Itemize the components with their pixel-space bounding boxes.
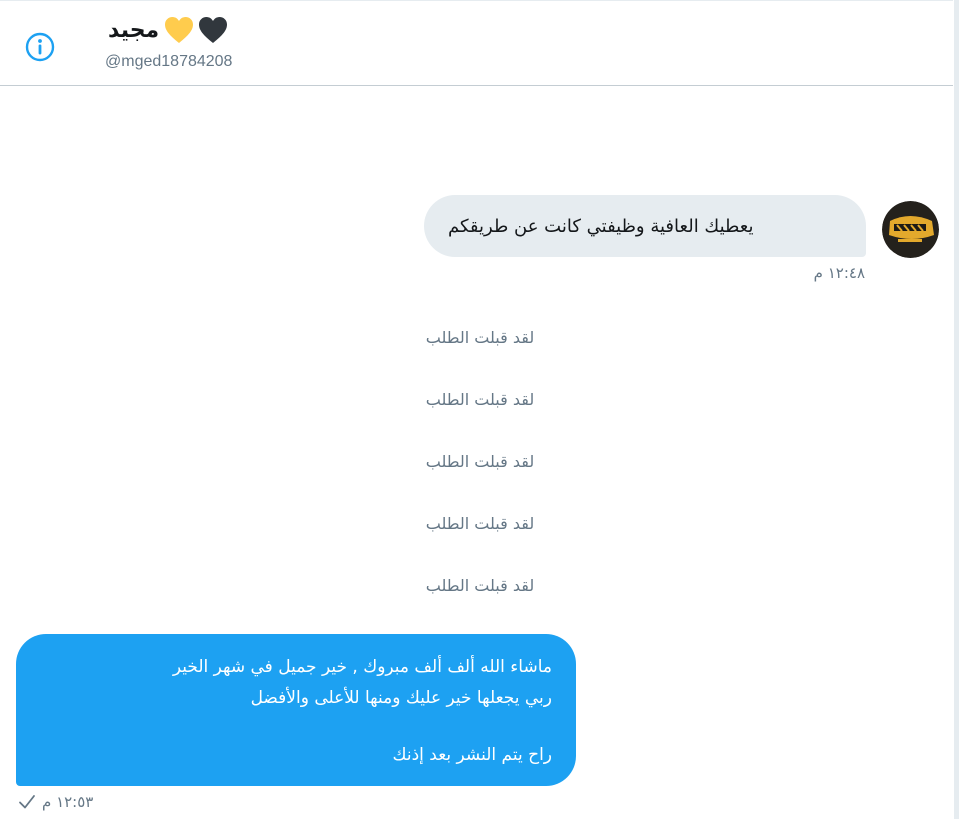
system-notice: لقد قبلت الطلب (425, 514, 535, 533)
outgoing-message-meta: ١٢:٥٣ م (18, 793, 93, 811)
check-icon (19, 795, 35, 809)
outgoing-message-line: ربي يجعلها خير عليك ومنها للأعلى والأفضل (250, 688, 552, 708)
user-handle[interactable]: @mged18784208 (105, 53, 232, 71)
yellow-heart-icon (165, 17, 194, 43)
system-notice: لقد قبلت الطلب (425, 390, 535, 409)
display-name-row[interactable]: مجيد (108, 13, 229, 47)
outgoing-message-bubble[interactable]: ماشاء الله ألف ألف مبروك , خير جميل في ش… (16, 634, 576, 786)
incoming-message-text: يعطيك العافية وظيفتي كانت عن طريقكم (448, 215, 754, 237)
dm-conversation: مجيد @mged18784208 يعطيك العافية وظيفتي … (0, 0, 959, 819)
conversation-header: مجيد @mged18784208 (0, 0, 953, 86)
system-notice: لقد قبلت الطلب (425, 328, 535, 347)
incoming-message-time: ١٢:٤٨ م (813, 264, 865, 282)
system-notice: لقد قبلت الطلب (425, 452, 535, 471)
outgoing-message-time: ١٢:٥٣ م (42, 793, 94, 811)
display-name: مجيد (108, 17, 160, 43)
avatar[interactable] (882, 201, 939, 258)
system-notice: لقد قبلت الطلب (425, 576, 535, 595)
incoming-message-bubble[interactable]: يعطيك العافية وظيفتي كانت عن طريقكم (424, 195, 866, 257)
outgoing-message-line: راح يتم النشر بعد إذنك (392, 745, 552, 765)
outgoing-message-line: ماشاء الله ألف ألف مبروك , خير جميل في ش… (172, 657, 552, 677)
system-notice-list: لقد قبلت الطلب لقد قبلت الطلب لقد قبلت ا… (380, 325, 580, 635)
black-heart-icon (199, 17, 228, 43)
info-icon[interactable] (24, 31, 56, 63)
